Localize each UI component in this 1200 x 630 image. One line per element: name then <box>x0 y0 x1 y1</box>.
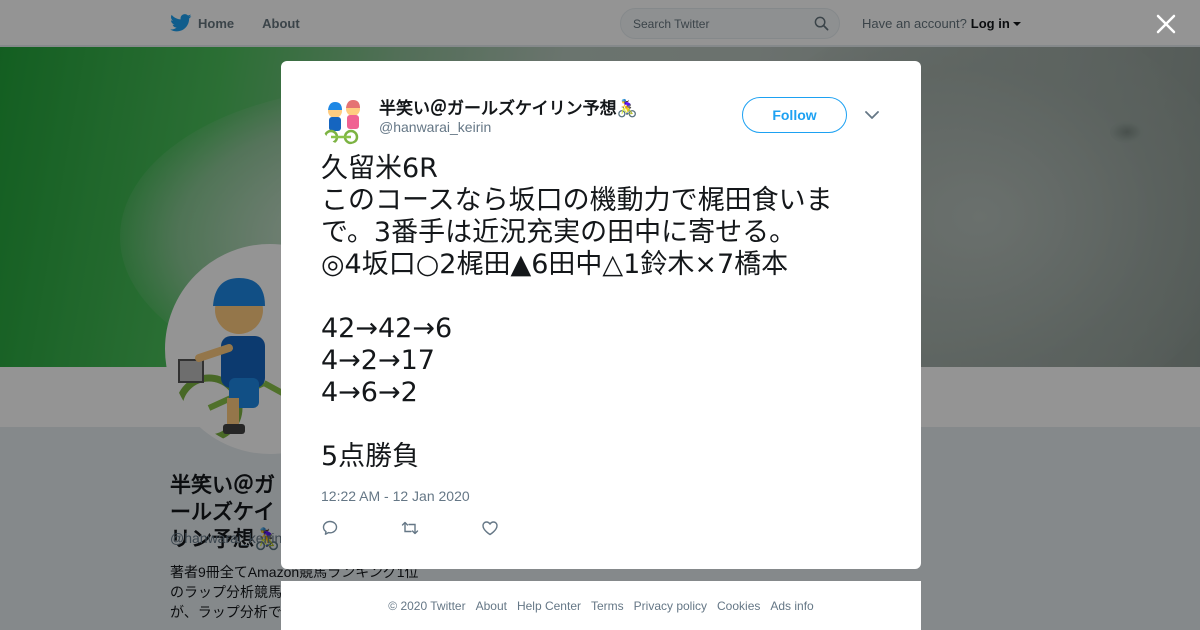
tweet-line: ◎4坂口○2梶田▲6田中△1鈴木×7橋本 <box>321 249 789 280</box>
tweet-line <box>321 409 881 441</box>
tweet-line: 4→2→17 <box>321 345 435 376</box>
footer-terms-link[interactable]: Terms <box>591 599 624 613</box>
tweet-timestamp[interactable]: 12:22 AM - 12 Jan 2020 <box>321 488 470 504</box>
reply-icon[interactable] <box>321 519 339 537</box>
tweet-actions <box>321 519 561 539</box>
author-avatar-illustration <box>321 97 369 145</box>
reply-action[interactable] <box>321 519 401 539</box>
tweet-line: で。3番手は近況充実の田中に寄せる。 <box>321 217 797 248</box>
footer-copyright: © 2020 Twitter <box>388 598 466 613</box>
author-name[interactable]: 半笑い＠ガールズケイリン予想🚴‍♀️ <box>379 94 638 119</box>
footer-ads-link[interactable]: Ads info <box>770 599 813 613</box>
follow-button[interactable]: Follow <box>742 97 847 133</box>
footer-privacy-link[interactable]: Privacy policy <box>634 599 707 613</box>
footer-help-link[interactable]: Help Center <box>517 599 581 613</box>
footer: © 2020 Twitter About Help Center Terms P… <box>281 581 921 630</box>
tweet-line: 5点勝負 <box>321 441 420 472</box>
retweet-icon[interactable] <box>401 519 419 537</box>
footer-about-link[interactable]: About <box>476 599 507 613</box>
tweet-modal: 半笑い＠ガールズケイリン予想🚴‍♀️ @hanwarai_keirin Foll… <box>281 61 921 569</box>
like-action[interactable] <box>481 519 561 539</box>
retweet-action[interactable] <box>401 519 481 539</box>
chevron-down-icon[interactable] <box>865 110 879 120</box>
tweet-line: このコースなら坂口の機動力で梶田食いま <box>321 185 833 216</box>
tweet-line <box>321 281 881 313</box>
tweet-line: 久留米6R <box>321 153 438 184</box>
author-handle[interactable]: @hanwarai_keirin <box>379 119 491 135</box>
tweet-text: 久留米6R このコースなら坂口の機動力で梶田食いま で。3番手は近況充実の田中に… <box>321 153 881 473</box>
close-icon[interactable] <box>1154 12 1178 36</box>
tweet-line: 4→6→2 <box>321 377 418 408</box>
author-avatar[interactable] <box>321 97 369 145</box>
tweet-line: 42→42→6 <box>321 313 453 344</box>
footer-cookies-link[interactable]: Cookies <box>717 599 760 613</box>
like-icon[interactable] <box>481 519 499 537</box>
